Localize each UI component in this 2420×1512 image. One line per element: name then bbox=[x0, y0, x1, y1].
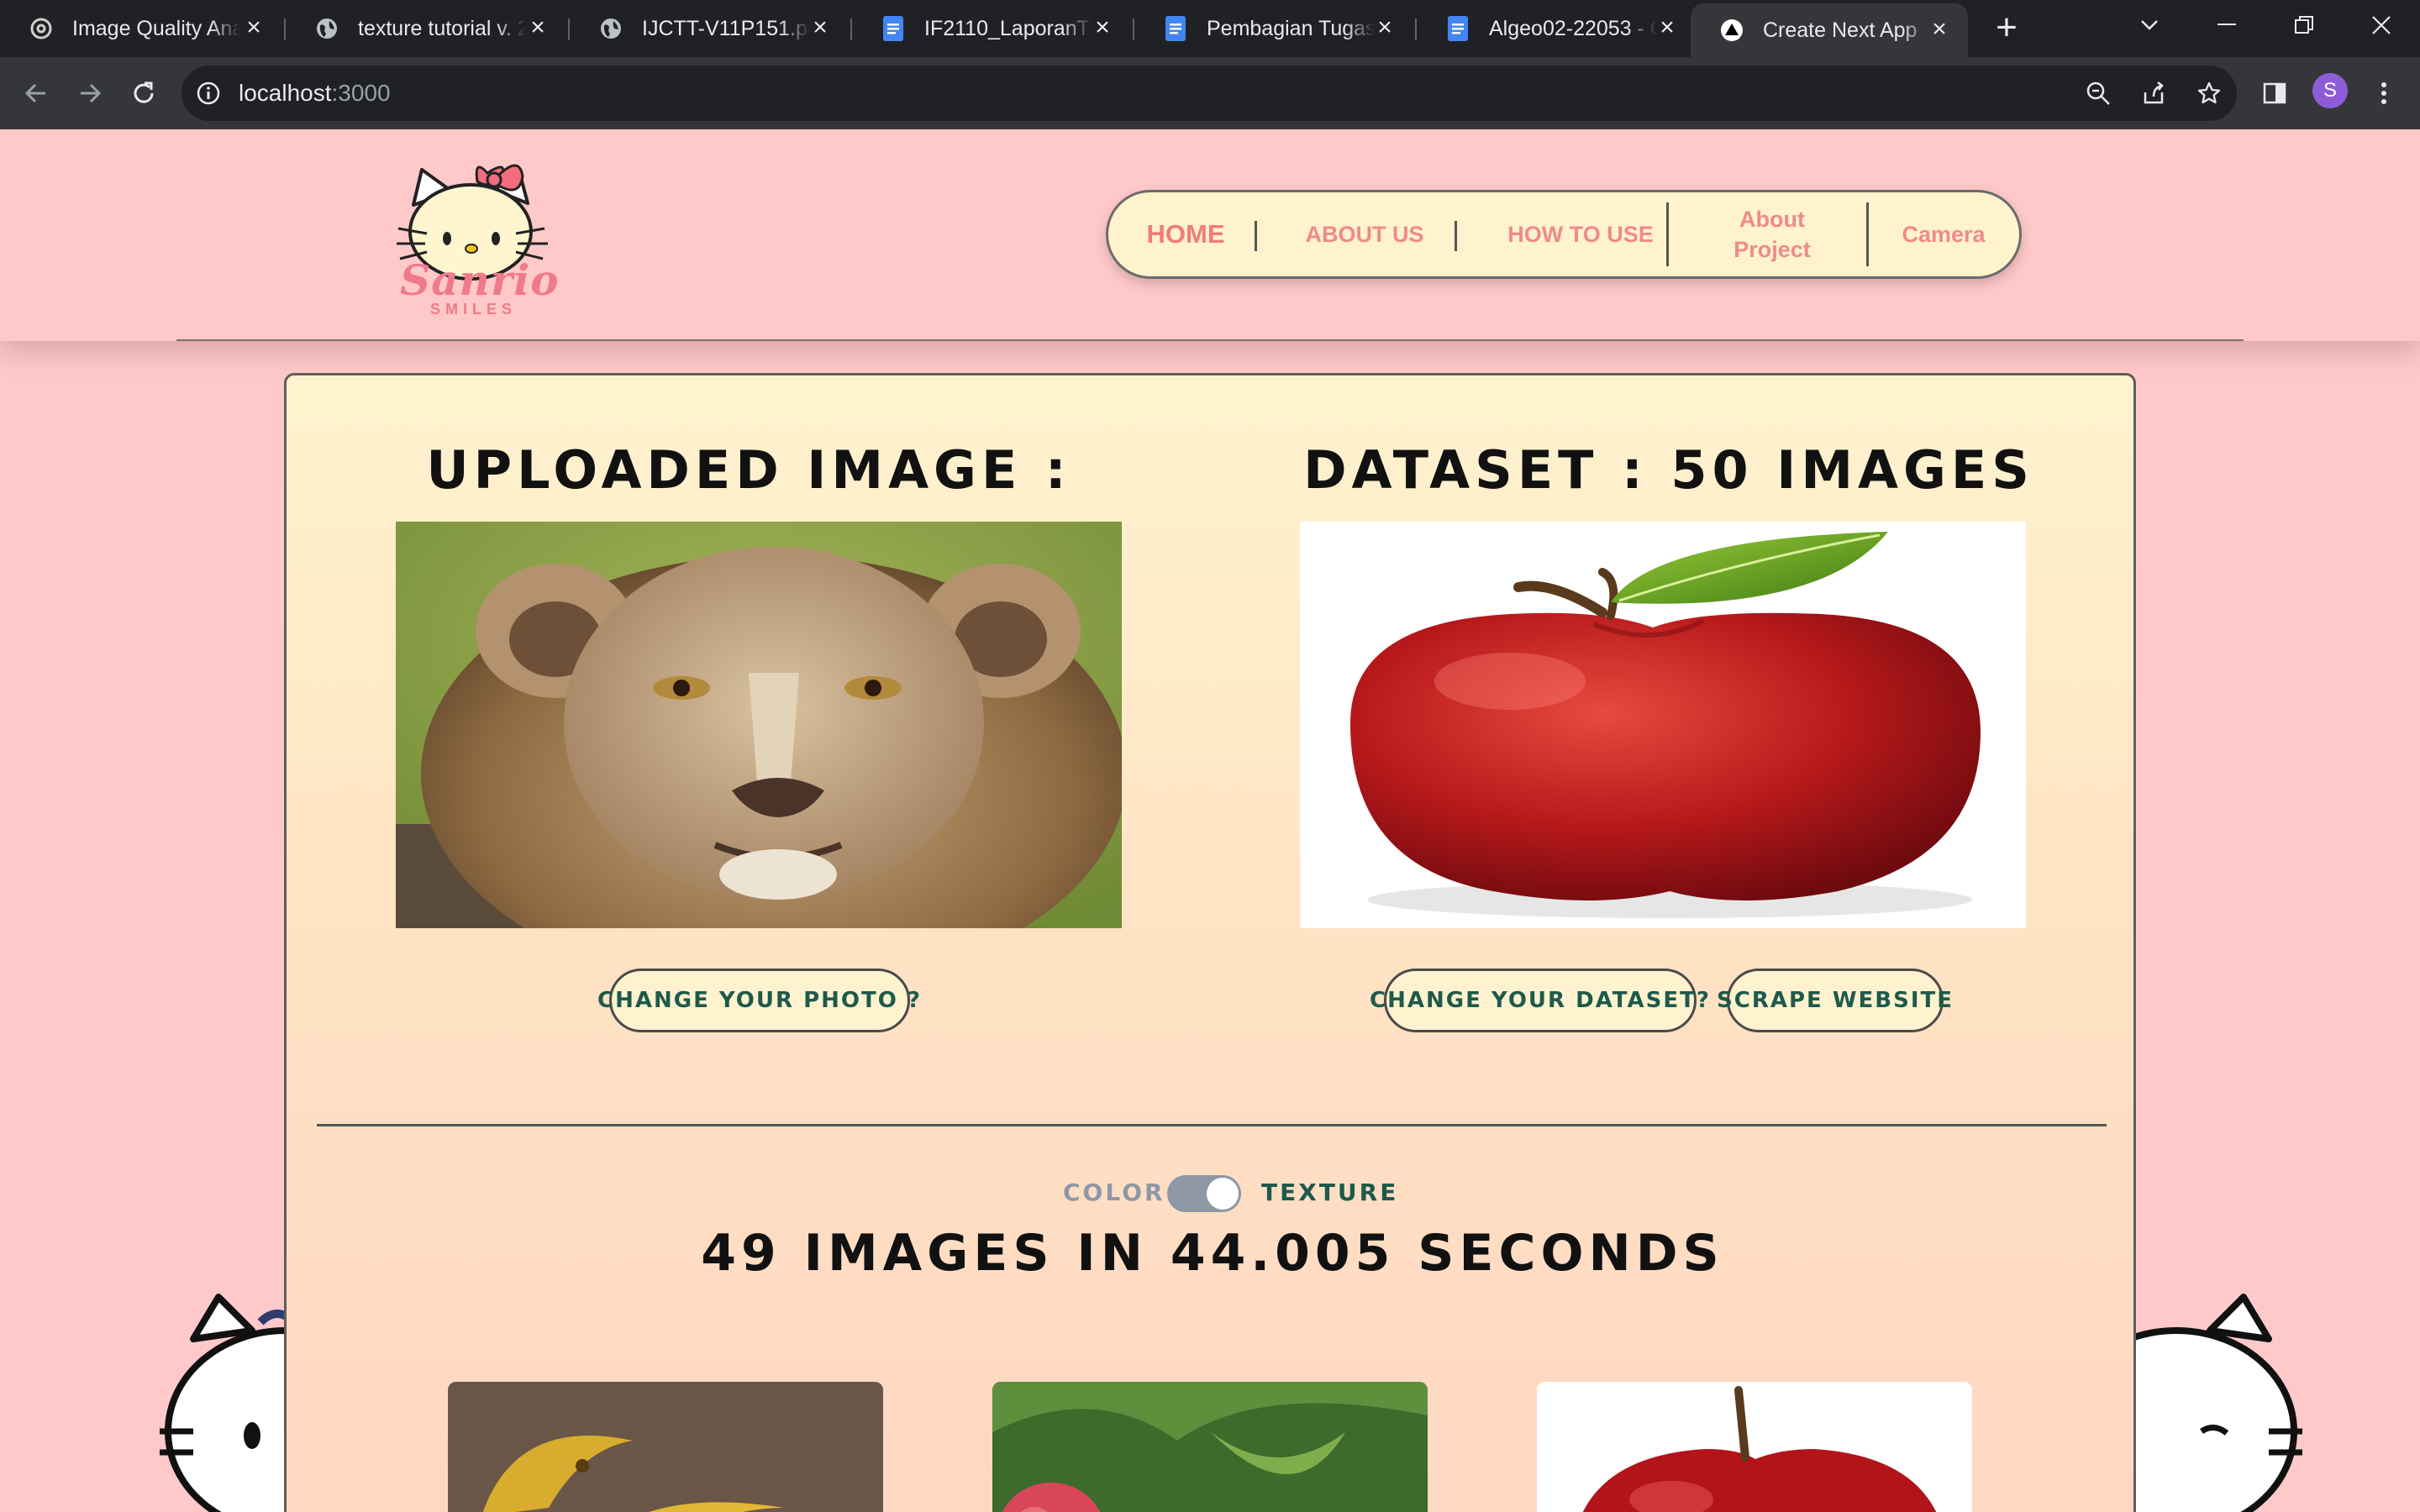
close-window-icon[interactable] bbox=[2348, 0, 2415, 50]
reload-icon[interactable] bbox=[123, 72, 165, 114]
close-tab-icon[interactable]: × bbox=[1928, 17, 1951, 42]
browser-tab[interactable]: Image Quality Ana × bbox=[0, 0, 282, 57]
tab-title: IF2110_LaporanTB bbox=[924, 16, 1092, 40]
lion-image bbox=[396, 522, 1122, 928]
tab-title: Pembagian Tugas bbox=[1207, 16, 1375, 40]
apple-tree-image bbox=[992, 1382, 1428, 1512]
tab-title: Image Quality Ana bbox=[72, 16, 240, 40]
close-tab-icon[interactable]: × bbox=[526, 15, 550, 40]
close-tab-icon[interactable]: × bbox=[1373, 15, 1397, 40]
tab-title: Create Next App bbox=[1763, 18, 1918, 42]
browser-toolbar: localhost:3000 bbox=[0, 57, 2420, 129]
results-title: 49 IMAGES IN 44.005 SECONDS bbox=[701, 1224, 1724, 1283]
main-nav: HOME ABOUT US HOW TO USE About Project C… bbox=[1106, 190, 2022, 279]
tab-title: texture tutorial v. 2 bbox=[358, 16, 526, 40]
uploaded-image-title: UPLOADED IMAGE : bbox=[426, 439, 1071, 501]
nav-camera[interactable]: Camera bbox=[1875, 192, 2012, 276]
browser-tab[interactable]: Algeo02-22053 - G × bbox=[1417, 0, 1696, 57]
tab-title: IJCTT-V11P151.pdf bbox=[642, 16, 810, 40]
forward-icon[interactable] bbox=[69, 72, 111, 114]
browser-tab[interactable]: IF2110_LaporanTB × bbox=[852, 0, 1131, 57]
toggle-knob bbox=[1207, 1178, 1239, 1210]
close-tab-icon[interactable]: × bbox=[1091, 15, 1114, 40]
globe-icon bbox=[314, 16, 339, 41]
globe-icon bbox=[598, 16, 623, 41]
site-header: Sanrio SMILES HOME ABOUT US HOW TO USE A… bbox=[0, 129, 2420, 341]
dataset-title: DATASET : 50 IMAGES bbox=[1303, 439, 2034, 501]
browser-tab[interactable]: texture tutorial v. 2 × bbox=[286, 0, 566, 57]
close-tab-icon[interactable]: × bbox=[242, 15, 266, 40]
header-divider bbox=[176, 339, 2244, 341]
web-page: Sanrio SMILES HOME ABOUT US HOW TO USE A… bbox=[0, 129, 2420, 1512]
docs-icon bbox=[881, 16, 906, 41]
toggle-texture-label: TEXTURE bbox=[1261, 1179, 1399, 1206]
site-info-icon[interactable] bbox=[197, 81, 220, 109]
nav-separator bbox=[1455, 221, 1457, 251]
restore-icon[interactable] bbox=[2270, 0, 2338, 50]
section-divider bbox=[317, 1124, 2107, 1126]
browser-tab-bar: Image Quality Ana × texture tutorial v. … bbox=[0, 0, 2420, 57]
browser-tab[interactable]: IJCTT-V11P151.pdf × bbox=[570, 0, 849, 57]
change-photo-button[interactable]: CHANGE YOUR PHOTO ? bbox=[597, 969, 920, 1032]
browser-tab-active[interactable]: Create Next App × bbox=[1691, 3, 1968, 57]
result-thumbnail[interactable] bbox=[448, 1382, 883, 1512]
side-panel-icon[interactable] bbox=[2254, 72, 2296, 114]
close-tab-icon[interactable]: × bbox=[1655, 15, 1679, 40]
zoom-icon[interactable] bbox=[2084, 79, 2112, 108]
uploaded-image bbox=[396, 522, 1122, 928]
change-dataset-button[interactable]: CHANGE YOUR DATASET? bbox=[1370, 969, 1709, 1032]
hello-kitty-decoration-right bbox=[2134, 1294, 2302, 1512]
url-host: localhost bbox=[239, 80, 332, 106]
browser-tab[interactable]: Pembagian Tugas × bbox=[1134, 0, 1413, 57]
nav-separator bbox=[1255, 221, 1257, 251]
logo-wordmark: Sanrio bbox=[400, 255, 560, 305]
close-tab-icon[interactable]: × bbox=[808, 15, 832, 40]
address-bar[interactable]: localhost:3000 bbox=[182, 66, 2237, 121]
share-icon[interactable] bbox=[2139, 79, 2168, 108]
docs-icon bbox=[1163, 16, 1188, 41]
docs-icon bbox=[1445, 16, 1470, 41]
bookmark-star-icon[interactable] bbox=[2195, 79, 2223, 108]
kebab-menu-icon[interactable] bbox=[2363, 72, 2405, 114]
nextjs-icon bbox=[1719, 18, 1744, 43]
new-tab-button[interactable]: + bbox=[1990, 9, 2023, 46]
nav-home[interactable]: HOME bbox=[1128, 192, 1243, 276]
nav-how-to-use[interactable]: HOW TO USE bbox=[1473, 192, 1688, 276]
banana-image bbox=[448, 1382, 883, 1512]
apple-image bbox=[1300, 522, 2026, 928]
nav-about-project[interactable]: About Project bbox=[1688, 192, 1856, 276]
nav-separator bbox=[1666, 202, 1669, 266]
tab-title: Algeo02-22053 - G bbox=[1489, 16, 1657, 40]
main-card: UPLOADED IMAGE : DATASET : 50 IMAGES CHA… bbox=[284, 373, 2136, 1512]
back-icon[interactable] bbox=[15, 72, 57, 114]
toggle-color-label: COLOR bbox=[1063, 1179, 1165, 1206]
url-text: localhost:3000 bbox=[239, 80, 391, 107]
profile-avatar[interactable]: S bbox=[2312, 73, 2348, 108]
minimize-icon[interactable] bbox=[2193, 0, 2260, 50]
nav-about-us[interactable]: ABOUT US bbox=[1273, 192, 1456, 276]
result-thumbnail[interactable] bbox=[1537, 1382, 1972, 1512]
tab-search-icon[interactable] bbox=[2116, 0, 2183, 50]
nav-separator bbox=[1866, 202, 1869, 266]
openai-icon bbox=[29, 16, 54, 41]
url-port: :3000 bbox=[331, 80, 391, 106]
result-thumbnail[interactable] bbox=[992, 1382, 1428, 1512]
red-apple-image bbox=[1537, 1382, 1972, 1512]
dataset-preview-image bbox=[1300, 522, 2026, 928]
scrape-website-button[interactable]: SCRAPE WEBSITE bbox=[1717, 969, 1952, 1032]
color-texture-toggle[interactable] bbox=[1167, 1175, 1241, 1212]
logo-subtext: SMILES bbox=[430, 301, 518, 318]
